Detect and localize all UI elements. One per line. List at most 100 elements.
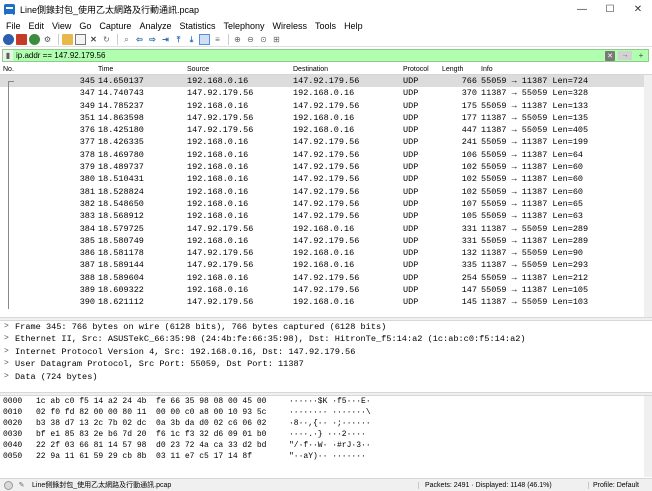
chevron-right-icon[interactable]: > — [4, 333, 9, 345]
packet-row[interactable]: 381 18.528824 192.168.0.16 147.92.179.56 UDP… — [0, 185, 652, 199]
save-file-icon[interactable] — [75, 34, 86, 45]
byte-row[interactable]: 0010 02 f0 fd 82 00 00 80 11 00 00 c0 a8 … — [0, 407, 652, 418]
packet-row[interactable]: 379 18.489737 192.168.0.16 147.92.179.56 UDP… — [0, 161, 652, 174]
packet-bytes-scrollbar[interactable] — [644, 396, 652, 477]
detail-frame[interactable]: > Frame 345: 766 bytes on wire (6128 bits… — [0, 321, 652, 333]
go-last-packet-icon[interactable]: ⤓ — [186, 34, 197, 45]
restart-capture-icon[interactable] — [29, 34, 40, 45]
packet-bytes[interactable]: 0000 1c ab c0 f5 14 a2 24 4b fe 66 35 98 … — [0, 396, 652, 477]
detail-data[interactable]: > Data (724 bytes) — [0, 371, 652, 383]
menu-wireless[interactable]: Wireless — [269, 21, 312, 31]
packet-list-vertical-scrollbar[interactable] — [644, 75, 652, 317]
zoom-in-icon[interactable]: ⊕ — [232, 34, 243, 45]
packet-details[interactable]: > Frame 345: 766 bytes on wire (6128 bits… — [0, 321, 652, 392]
byte-row[interactable]: 0040 22 2f 03 66 81 14 57 98 d0 23 72 4a … — [0, 440, 652, 451]
byte-row[interactable]: 0050 22 9a 11 61 59 29 cb 8b 03 11 e7 c5 … — [0, 451, 652, 462]
column-no[interactable]: No. — [3, 66, 14, 73]
packet-row[interactable]: 345 14.650137 192.168.0.16 147.92.179.56 UDP… — [0, 75, 652, 89]
packet-row[interactable]: 380 18.510431 192.168.0.16 147.92.179.56 UDP… — [0, 173, 652, 186]
colorize-icon[interactable]: ≡ — [212, 34, 223, 45]
go-back-icon[interactable]: ⇦ — [134, 34, 145, 45]
packet-time: 18.548650 — [98, 198, 144, 209]
packet-no: 347 — [79, 88, 95, 99]
menu-tools[interactable]: Tools — [311, 21, 340, 31]
packet-protocol: UDP — [403, 235, 419, 246]
packet-length: 331 — [461, 223, 477, 234]
go-forward-icon[interactable]: ⇨ — [147, 34, 158, 45]
chevron-right-icon[interactable]: > — [4, 371, 9, 383]
packet-row[interactable]: 351 14.863598 147.92.179.56 192.168.0.16 UDP… — [0, 111, 652, 125]
menu-help[interactable]: Help — [340, 21, 367, 31]
packet-row[interactable]: 376 18.425180 147.92.179.56 192.168.0.16 UDP… — [0, 124, 652, 137]
chevron-right-icon[interactable]: > — [4, 346, 9, 358]
stop-capture-icon[interactable] — [16, 34, 27, 45]
packet-row[interactable]: 384 18.579725 147.92.179.56 192.168.0.16 UDP… — [0, 222, 652, 236]
packet-no: 384 — [79, 223, 95, 234]
packet-row[interactable]: 382 18.548650 192.168.0.16 147.92.179.56 UDP… — [0, 197, 652, 211]
packet-source: 192.168.0.16 — [187, 137, 249, 148]
wireshark-app-icon — [4, 3, 15, 16]
column-source[interactable]: Source — [187, 66, 209, 73]
column-time[interactable]: Time — [98, 66, 113, 73]
packet-row[interactable]: 388 18.589604 192.168.0.16 147.92.179.56 UDP… — [0, 271, 652, 285]
packet-source: 192.168.0.16 — [187, 285, 249, 296]
maximize-button[interactable]: ☐ — [596, 0, 624, 18]
chevron-right-icon[interactable]: > — [4, 321, 9, 333]
packet-row[interactable]: 378 18.469780 192.168.0.16 147.92.179.56 UDP… — [0, 148, 652, 162]
packet-row[interactable]: 390 18.621112 147.92.179.56 192.168.0.16 UDP… — [0, 296, 652, 309]
menu-statistics[interactable]: Statistics — [175, 21, 219, 31]
column-length[interactable]: Length — [442, 66, 463, 73]
column-info[interactable]: Info — [481, 66, 493, 73]
packet-row[interactable]: 383 18.568912 192.168.0.16 147.92.179.56 UDP… — [0, 210, 652, 223]
menu-file[interactable]: File — [2, 21, 25, 31]
apply-filter-icon[interactable]: → — [618, 51, 632, 60]
packet-row[interactable]: 389 18.609322 192.168.0.16 147.92.179.56 UDP… — [0, 284, 652, 297]
start-capture-icon[interactable] — [3, 34, 14, 45]
reload-file-icon[interactable]: ↻ — [101, 34, 112, 45]
chevron-right-icon[interactable]: > — [4, 358, 9, 370]
clear-filter-icon[interactable]: ✕ — [605, 50, 615, 61]
find-packet-icon[interactable]: ⌕ — [121, 34, 132, 45]
go-to-packet-icon[interactable]: ⇥ — [160, 34, 171, 45]
packet-no: 349 — [79, 100, 95, 111]
byte-row[interactable]: 0020 b3 38 d7 13 2c 7b 02 dc 0a 3b da d0 … — [0, 418, 652, 429]
menu-edit[interactable]: Edit — [25, 21, 49, 31]
minimize-button[interactable]: — — [568, 0, 596, 18]
packet-row[interactable]: 349 14.785237 192.168.0.16 147.92.179.56 UDP… — [0, 99, 652, 113]
open-file-icon[interactable] — [62, 34, 73, 45]
byte-row[interactable]: 0000 1c ab c0 f5 14 a2 24 4b fe 66 35 98 … — [0, 396, 652, 407]
close-button[interactable]: ✕ — [624, 0, 652, 18]
go-first-packet-icon[interactable]: ⤒ — [173, 34, 184, 45]
detail-ethernet[interactable]: > Ethernet II, Src: ASUSTekC_66:35:98 (24… — [0, 333, 652, 345]
packet-list[interactable]: No. Time Source Destination Protocol Len… — [0, 64, 652, 317]
autoscroll-icon[interactable] — [199, 34, 210, 45]
packet-row[interactable]: 386 18.581178 147.92.179.56 192.168.0.16 UDP… — [0, 247, 652, 260]
close-file-icon[interactable]: ✕ — [88, 34, 99, 45]
detail-ipv4[interactable]: > Internet Protocol Version 4, Src: 192.1… — [0, 346, 652, 358]
expert-info-icon[interactable] — [4, 480, 13, 490]
column-protocol[interactable]: Protocol — [403, 66, 429, 73]
zoom-out-icon[interactable]: ⊖ — [245, 34, 256, 45]
normal-size-icon[interactable]: ⊙ — [258, 34, 269, 45]
packet-row[interactable]: 385 18.580749 192.168.0.16 147.92.179.56 UDP… — [0, 234, 652, 248]
menu-analyze[interactable]: Analyze — [135, 21, 175, 31]
resize-columns-icon[interactable]: ⊞ — [271, 34, 282, 45]
menu-capture[interactable]: Capture — [95, 21, 135, 31]
display-filter-input[interactable]: ip.addr == 147.92.179.56 — [13, 51, 605, 60]
byte-row[interactable]: 0030 bf e1 85 83 2e b6 7d 20 f6 1c f3 32 … — [0, 429, 652, 440]
packet-row[interactable]: 347 14.740743 147.92.179.56 192.168.0.16 UDP… — [0, 87, 652, 100]
menu-view[interactable]: View — [48, 21, 75, 31]
status-profile[interactable]: Profile: Default — [588, 481, 652, 489]
packet-destination: 147.92.179.56 — [293, 76, 360, 86]
capture-options-icon[interactable]: ⚙ — [42, 34, 53, 45]
packet-row[interactable]: 377 18.426335 192.168.0.16 147.92.179.56 UDP… — [0, 136, 652, 150]
packet-source: 192.168.0.16 — [187, 174, 249, 185]
bookmark-icon[interactable]: ▮ — [3, 50, 13, 61]
column-destination[interactable]: Destination — [293, 66, 328, 73]
menu-go[interactable]: Go — [75, 21, 95, 31]
add-filter-button-icon[interactable]: + — [634, 50, 648, 61]
packet-row[interactable]: 387 18.589144 147.92.179.56 192.168.0.16 UDP… — [0, 259, 652, 273]
capture-comment-icon[interactable]: ✎ — [17, 481, 26, 490]
detail-udp[interactable]: > User Datagram Protocol, Src Port: 55059… — [0, 358, 652, 370]
menu-telephony[interactable]: Telephony — [219, 21, 268, 31]
